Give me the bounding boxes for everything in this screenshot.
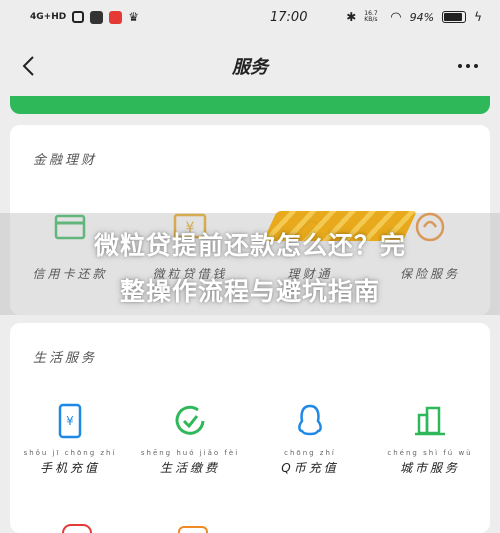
status-left: 4G+HD ♛: [30, 10, 230, 24]
bluetooth-icon: ✱: [346, 10, 357, 24]
grid-item-pinyin: shēng huó jiǎo fèi: [140, 449, 240, 457]
crown-icon: ♛: [128, 10, 139, 24]
utility-pay-icon: [170, 401, 210, 441]
battery-fill: [444, 13, 463, 21]
grid-item-utility[interactable]: shēng huó jiǎo fèi 生活缴费: [130, 401, 250, 476]
charging-icon: ϟ: [474, 10, 482, 24]
wifi-icon: ◠: [390, 9, 402, 25]
grid-item-pinyin: chōng zhí: [284, 449, 336, 457]
grid-item-pinyin: chéng shì fú wù: [387, 449, 473, 457]
grid-item-pinyin: shǒu jī chōng zhí: [23, 449, 117, 457]
life-services-card: 生活服务 ¥ shǒu jī chōng zhí 手机充值 shēng huó …: [10, 323, 490, 533]
more-dot: [458, 64, 462, 68]
more-dot: [466, 64, 470, 68]
life-grid: ¥ shǒu jī chōng zhí 手机充值 shēng huó jiǎo …: [10, 401, 490, 476]
phone-topup-icon: ¥: [50, 401, 90, 441]
grid-item-phone-topup[interactable]: ¥ shǒu jī chōng zhí 手机充值: [10, 401, 130, 476]
status-right: ✱ 16.7 KB/s ◠ 94% ϟ: [346, 10, 482, 25]
status-time: 17:00: [270, 9, 308, 25]
battery-percent: 94%: [409, 10, 435, 24]
grid-item-label: 手机充值: [39, 461, 100, 475]
grid-item-qq-coin[interactable]: chōng zhí Q币充值: [250, 401, 370, 476]
app-icon-1: [72, 11, 85, 23]
overlay-headline-line1: 微粒贷提前还款怎么还？完: [93, 231, 406, 260]
grid-item-label: 生活缴费: [159, 461, 220, 475]
grid-item-label: 城市服务: [399, 461, 460, 475]
finance-section-title: 金融理财: [33, 153, 98, 168]
life-section-title: 生活服务: [33, 351, 98, 366]
partial-icon-orange: [178, 526, 208, 533]
partial-icon-red: [62, 524, 92, 533]
battery-icon: [442, 11, 467, 23]
network-indicator: 4G+HD: [30, 11, 67, 22]
app-icon-2: [90, 10, 104, 24]
app-icon-3: [109, 10, 123, 24]
nav-bar: 服务: [0, 40, 500, 92]
svg-text:¥: ¥: [66, 414, 74, 428]
green-banner[interactable]: [10, 96, 490, 114]
next-row-partial: [10, 524, 500, 533]
grid-item-city-service[interactable]: chéng shì fú wù 城市服务: [370, 401, 490, 476]
city-service-icon: [410, 401, 450, 441]
qq-coin-icon: [290, 401, 330, 441]
grid-item-label: Q币充值: [281, 461, 339, 475]
page-title: 服务: [232, 57, 268, 78]
more-button[interactable]: [458, 54, 478, 78]
status-bar: 4G+HD ♛ 17:00 ✱ 16.7 KB/s ◠ 94% ϟ: [0, 0, 500, 34]
overlay-headline-line2: 整操作流程与避坑指南: [119, 277, 380, 306]
speed-indicator: 16.7 KB/s: [364, 10, 378, 23]
more-dot: [474, 64, 478, 68]
